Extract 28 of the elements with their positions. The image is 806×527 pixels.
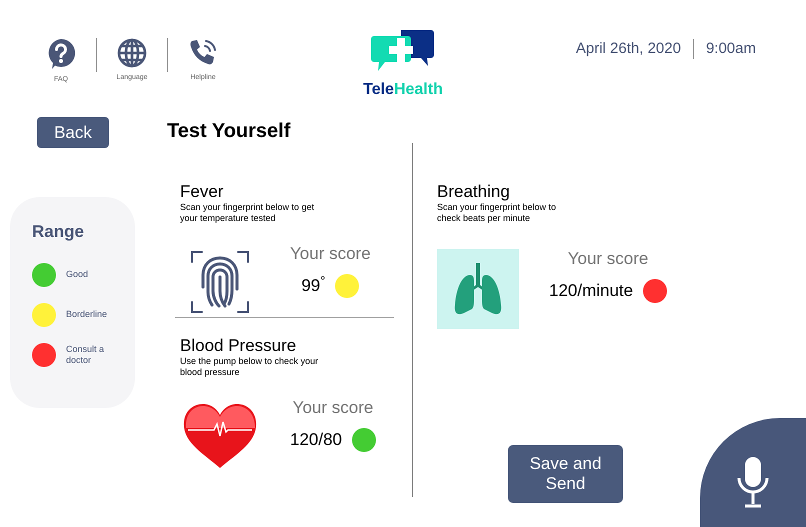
legend-label: Good xyxy=(66,269,90,280)
test-title: Fever xyxy=(180,182,224,202)
legend-label: Borderline xyxy=(66,309,108,320)
range-title: Range xyxy=(32,221,85,243)
time-text: 9:00am xyxy=(706,39,756,59)
score-label: Your score xyxy=(568,249,648,269)
score-label: Your score xyxy=(290,244,371,264)
score-value: 120/minute xyxy=(549,281,634,301)
date-text: April 26th, 2020 xyxy=(576,39,681,59)
back-button[interactable]: Back xyxy=(37,117,109,148)
test-title: Blood Pressure xyxy=(180,336,298,356)
fingerprint-icon xyxy=(190,250,250,314)
lungs-icon xyxy=(437,249,519,329)
score-value: 120/80 xyxy=(290,430,342,450)
test-instruction: Scan your fingerprint below to get your temperature tested xyxy=(180,202,316,224)
help-icon xyxy=(46,38,76,70)
save-button[interactable]: Save and Send xyxy=(508,445,623,503)
microphone-icon xyxy=(736,456,770,508)
test-title: Breathing xyxy=(437,182,511,202)
legend-label: Consult a doctor xyxy=(66,344,106,366)
test-instruction: Use the pump below to check your blood pressure xyxy=(180,356,320,378)
globe-icon xyxy=(117,38,147,68)
score-value: 99$^{°}$ xyxy=(301,276,326,296)
test-instruction: Scan your fingerprint below to check beats per minute xyxy=(437,202,558,224)
logo-text: TeleHealth xyxy=(363,80,443,100)
score-label: Your score xyxy=(292,398,374,418)
heart-icon xyxy=(182,404,258,468)
page-title: Test Yourself xyxy=(167,119,292,143)
